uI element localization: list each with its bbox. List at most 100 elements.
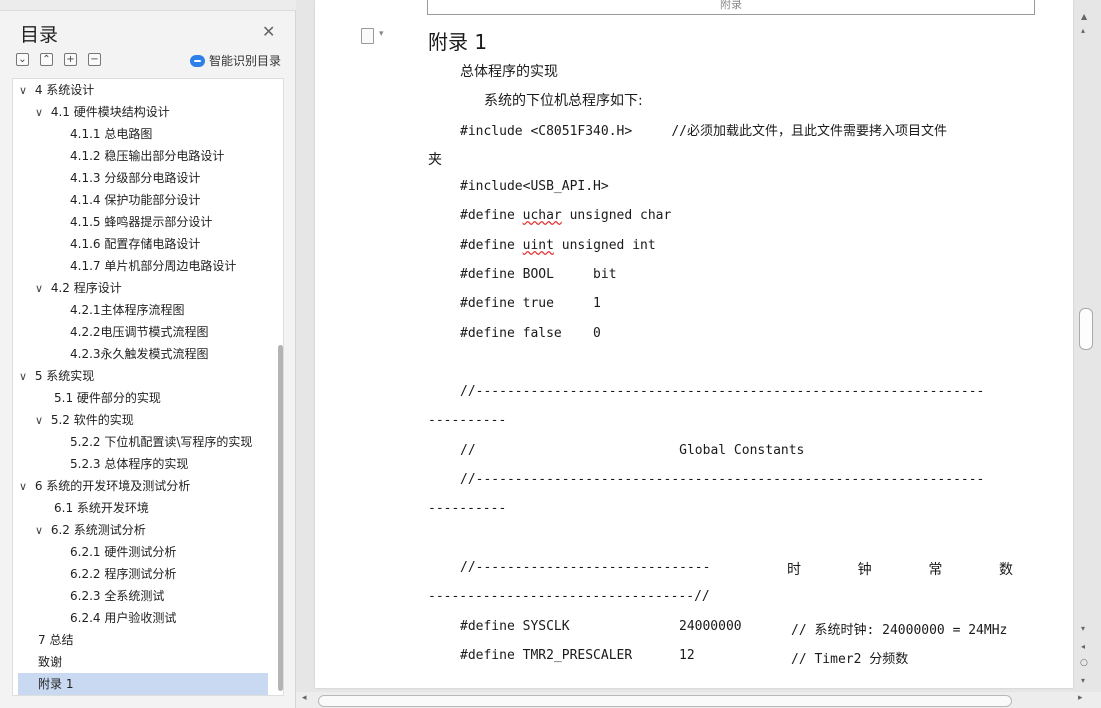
code-line: #define false 0 bbox=[460, 326, 601, 341]
code-comment: // 系统时钟: 24000000 = 24MHz bbox=[791, 623, 1008, 638]
toc-item[interactable]: 4.2.2电压调节模式流程图 bbox=[70, 321, 283, 343]
spellcheck-word[interactable]: uint bbox=[523, 238, 554, 253]
remove-heading-icon[interactable]: − bbox=[88, 53, 101, 66]
toc-item[interactable]: 6.2.3 全系统测试 bbox=[70, 585, 283, 607]
code-line: #define TMR2_PRESCALER bbox=[460, 648, 633, 663]
vertical-scrollbar[interactable]: ▲ ▴ ▾ ◂ ○ ▾ bbox=[1077, 8, 1093, 694]
chevron-down-icon[interactable]: ∨ bbox=[35, 520, 47, 541]
toc-item-label: 6.2 系统测试分析 bbox=[50, 523, 146, 537]
paragraph: 系统的下位机总程序如下: bbox=[484, 93, 643, 109]
page-options-icon[interactable] bbox=[361, 28, 384, 44]
toc-item[interactable]: 4.1.1 总电路图 bbox=[70, 123, 283, 145]
scroll-up-icon[interactable]: ▲ bbox=[1081, 12, 1087, 21]
code-token: #define bbox=[460, 208, 523, 223]
scroll-right-icon[interactable]: ▸ bbox=[1078, 693, 1083, 703]
toc-item[interactable]: 6.1 系统开发环境 bbox=[54, 497, 283, 519]
code-token: unsigned int bbox=[553, 238, 656, 253]
toc-item[interactable]: ∨ 5.2 软件的实现 bbox=[35, 409, 283, 431]
toc-item[interactable]: 5.2.2 下位机配置读\写程序的实现 bbox=[70, 431, 262, 453]
code-comment: // Timer2 分频数 bbox=[791, 652, 909, 667]
toc-item-label: 4.2.1主体程序流程图 bbox=[70, 303, 185, 317]
page-header: 附录 bbox=[427, 0, 1035, 15]
toc-list[interactable]: ∨ 4 系统设计 ∨ 4.1 硬件模块结构设计 4.1.1 总电路图 4.1.2… bbox=[12, 78, 284, 696]
expand-level-icon[interactable]: ⌃ bbox=[40, 53, 53, 66]
toc-item[interactable]: 5.2.3 总体程序的实现 bbox=[70, 453, 283, 475]
chevron-down-icon[interactable]: ∨ bbox=[35, 278, 47, 299]
smart-cloud-icon bbox=[190, 54, 205, 67]
toc-item-selected[interactable]: 附录 1 bbox=[18, 673, 268, 695]
collapse-all-icon[interactable]: ⌄ bbox=[16, 53, 29, 66]
horizontal-scrollbar-thumb[interactable] bbox=[318, 695, 1012, 707]
appendix-heading: 附录 1 bbox=[428, 30, 488, 54]
toc-item[interactable]: 7 总结 bbox=[38, 629, 283, 651]
chevron-down-icon[interactable]: ∨ bbox=[35, 410, 47, 431]
toc-item[interactable]: ∨ 4.2 程序设计 bbox=[35, 277, 283, 299]
code-line: #include<USB_API.H> bbox=[460, 179, 609, 194]
code-line-wrap: ---------- bbox=[428, 501, 507, 516]
toc-item-label: 4.1.4 保护功能部分设计 bbox=[70, 193, 201, 207]
scroll-up-icon[interactable]: ▴ bbox=[1081, 26, 1085, 35]
toc-item-label: 5.2.3 总体程序的实现 bbox=[70, 457, 189, 471]
code-token: 时 bbox=[787, 562, 801, 578]
prev-page-icon[interactable]: ◂ bbox=[1081, 642, 1085, 651]
toc-scrollbar-thumb[interactable] bbox=[278, 345, 283, 691]
smart-detect-toc-button[interactable]: 智能识别目录 bbox=[190, 52, 281, 69]
spellcheck-word[interactable]: uchar bbox=[523, 208, 562, 223]
code-token: 数 bbox=[998, 562, 1013, 578]
add-heading-icon[interactable]: + bbox=[64, 53, 77, 66]
toc-item[interactable]: 4.1.3 分级部分电路设计 bbox=[70, 167, 283, 189]
code-line-wrap: ---------- bbox=[428, 413, 507, 428]
next-page-icon[interactable]: ▾ bbox=[1081, 676, 1085, 685]
toc-item[interactable]: 4.2.1主体程序流程图 bbox=[70, 299, 283, 321]
toc-item[interactable]: ∨ 6 系统的开发环境及测试分析 bbox=[19, 475, 269, 497]
toc-top-strip bbox=[0, 0, 296, 11]
toc-item[interactable]: ∨ 4.1 硬件模块结构设计 bbox=[35, 101, 283, 123]
toc-item-label: 4.1.2 稳压输出部分电路设计 bbox=[70, 149, 225, 163]
toc-item-label: 致谢 bbox=[38, 655, 63, 669]
toc-item[interactable]: 4.1.2 稳压输出部分电路设计 bbox=[70, 145, 283, 167]
toc-item[interactable]: ∨ 5 系统实现 bbox=[19, 365, 269, 387]
chevron-down-icon[interactable]: ∨ bbox=[19, 366, 31, 387]
toc-item-label: 5.2.2 下位机配置读\写程序的实现 bbox=[70, 435, 253, 449]
chevron-down-icon[interactable]: ∨ bbox=[35, 102, 47, 123]
document-page[interactable]: 附录 附录 1 总体程序的实现 系统的下位机总程序如下: #include <C… bbox=[315, 0, 1073, 688]
chevron-down-icon[interactable]: ∨ bbox=[19, 80, 31, 101]
code-line: // Global Constants bbox=[460, 443, 805, 458]
toc-item[interactable]: 4.1.6 配置存储电路设计 bbox=[70, 233, 283, 255]
toc-title: 目录 bbox=[20, 24, 59, 46]
toc-item[interactable]: 致谢 bbox=[38, 651, 283, 673]
code-line: //------------------------------ bbox=[460, 560, 711, 575]
toc-item[interactable]: 4.1.4 保护功能部分设计 bbox=[70, 189, 283, 211]
toc-item[interactable]: 4.1.5 蜂鸣器提示部分设计 bbox=[70, 211, 283, 233]
toc-item[interactable]: 5.1 硬件部分的实现 bbox=[54, 387, 283, 409]
code-token: #define bbox=[460, 238, 523, 253]
toc-item[interactable]: ∨ 4 系统设计 bbox=[19, 79, 269, 101]
toc-item-label: 6 系统的开发环境及测试分析 bbox=[34, 479, 191, 493]
page-up-icon[interactable]: ▾ bbox=[1081, 624, 1085, 633]
select-browse-object-icon[interactable]: ○ bbox=[1080, 658, 1088, 668]
code-line-spread: 时 钟 常 数 bbox=[787, 559, 1013, 579]
close-icon[interactable]: ✕ bbox=[262, 22, 275, 41]
toc-item-label: 6.2.3 全系统测试 bbox=[70, 589, 165, 603]
paragraph: 总体程序的实现 bbox=[460, 64, 558, 80]
scroll-left-icon[interactable]: ◂ bbox=[302, 693, 307, 703]
toc-item-label: 6.1 系统开发环境 bbox=[54, 501, 149, 515]
toc-item-label: 附录 1 bbox=[38, 677, 74, 691]
toc-item[interactable]: ∨ 6.2 系统测试分析 bbox=[35, 519, 283, 541]
code-line: #define BOOL bit bbox=[460, 267, 617, 282]
toc-item[interactable]: 6.2.4 用户验收测试 bbox=[70, 607, 283, 629]
code-value: 12 bbox=[679, 648, 695, 663]
code-line-wrap: ----------------------------------// bbox=[428, 589, 710, 604]
code-line: #define SYSCLK bbox=[460, 619, 570, 634]
toc-item-label: 4.1.7 单片机部分周边电路设计 bbox=[70, 259, 237, 273]
toc-item-label: 4.1.6 配置存储电路设计 bbox=[70, 237, 201, 251]
toc-item[interactable]: 6.2.1 硬件测试分析 bbox=[70, 541, 283, 563]
code-line: #define true 1 bbox=[460, 296, 601, 311]
toc-item[interactable]: 4.1.7 单片机部分周边电路设计 bbox=[70, 255, 283, 277]
toc-item-label: 5.2 软件的实现 bbox=[50, 413, 134, 427]
vertical-scrollbar-thumb[interactable] bbox=[1079, 308, 1093, 350]
chevron-down-icon[interactable]: ∨ bbox=[19, 476, 31, 497]
toc-item[interactable]: 6.2.2 程序测试分析 bbox=[70, 563, 283, 585]
toc-item-label: 6.2.4 用户验收测试 bbox=[70, 611, 177, 625]
toc-item[interactable]: 4.2.3永久触发模式流程图 bbox=[70, 343, 283, 365]
